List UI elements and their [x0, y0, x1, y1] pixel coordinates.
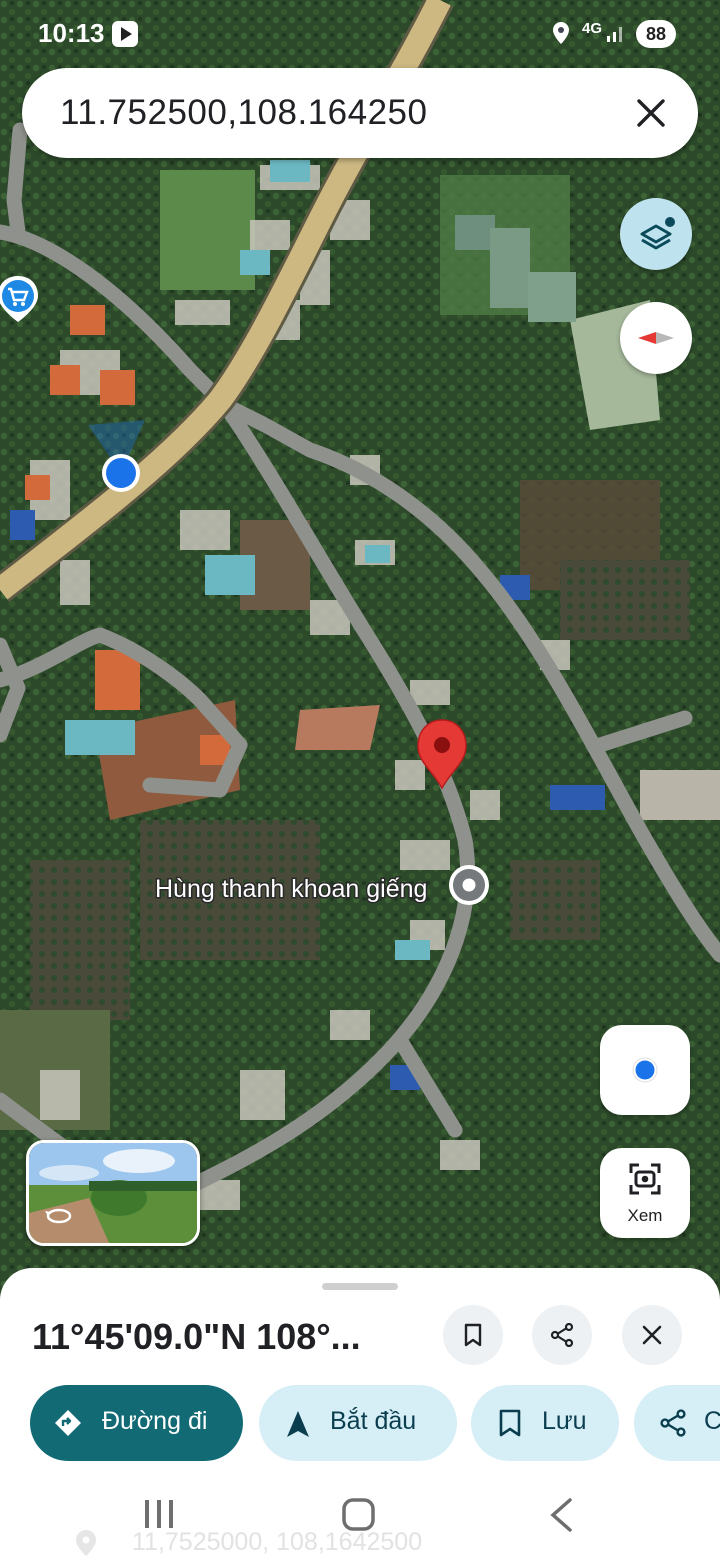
compass-icon: [638, 332, 674, 344]
search-bar[interactable]: 11.752500,108.164250: [22, 68, 698, 158]
shopping-cart-pin-icon[interactable]: [0, 276, 38, 322]
share-icon: [660, 1409, 686, 1437]
status-time: 10:13: [38, 18, 105, 48]
bookmark-icon: [499, 1409, 521, 1437]
share-label: C: [704, 1407, 720, 1435]
view-label: Xem: [627, 1206, 663, 1225]
network-type: 4G: [582, 20, 603, 37]
layers-icon: [640, 217, 675, 250]
share-button[interactable]: [532, 1305, 592, 1365]
directions-icon: [55, 1410, 81, 1436]
street-view-rotate-icon: [45, 1208, 72, 1224]
bookmark-icon: [464, 1323, 482, 1347]
location-status-icon: [553, 22, 569, 44]
my-location-icon: [632, 1057, 658, 1083]
media-play-icon: [112, 21, 138, 47]
start-label: Bắt đầu: [330, 1407, 417, 1435]
directions-chip[interactable]: Đường đi: [30, 1385, 243, 1461]
search-query[interactable]: 11.752500,108.164250: [60, 93, 428, 133]
place-label[interactable]: Hùng thanh khoan giếng: [154, 874, 429, 905]
start-chip[interactable]: Bắt đầu: [259, 1385, 457, 1461]
recents-icon[interactable]: [145, 1500, 173, 1528]
home-icon[interactable]: [342, 1498, 375, 1531]
battery-level: 88: [636, 20, 676, 48]
share-chip[interactable]: C: [634, 1385, 720, 1461]
share-icon: [550, 1323, 574, 1347]
camera-scan-icon: [629, 1163, 661, 1195]
street-view-thumbnail[interactable]: [26, 1140, 200, 1246]
footer-coordinates: 11,7525000, 108,1642500: [132, 1528, 423, 1556]
back-icon[interactable]: [550, 1498, 572, 1532]
compass-button[interactable]: [620, 302, 692, 374]
coordinate-title: 11°45'09.0"N 108°...: [32, 1316, 361, 1357]
ghost-pin-icon: [76, 1530, 96, 1556]
close-icon: [642, 1325, 662, 1345]
my-location-button[interactable]: [600, 1025, 690, 1115]
sheet-drag-handle[interactable]: [322, 1283, 398, 1290]
directions-label: Đường đi: [102, 1407, 208, 1435]
signal-icon: [607, 27, 622, 42]
status-bar: 10:13 4G 88: [0, 0, 720, 70]
save-chip[interactable]: Lưu: [471, 1385, 619, 1461]
save-label: Lưu: [542, 1407, 587, 1435]
close-icon[interactable]: [634, 96, 668, 130]
place-marker-icon[interactable]: [449, 865, 489, 905]
view-button[interactable]: Xem: [600, 1148, 690, 1238]
layers-button[interactable]: [620, 198, 692, 270]
close-sheet-button[interactable]: [622, 1305, 682, 1365]
navigation-arrow-icon: [287, 1411, 309, 1437]
save-button[interactable]: [443, 1305, 503, 1365]
